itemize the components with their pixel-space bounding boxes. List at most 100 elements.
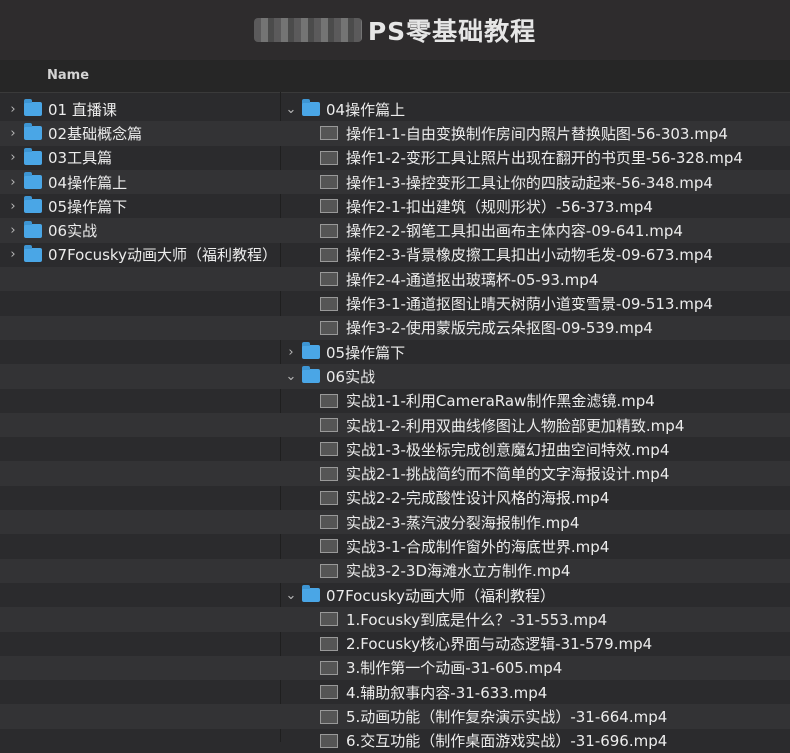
folder-row[interactable]: ⌄ 04操作篇上 <box>280 97 790 121</box>
chevron-down-icon[interactable]: ⌄ <box>284 588 298 603</box>
file-label: 操作3-2-使用蒙版完成云朵抠图-09-539.mp4 <box>346 319 653 338</box>
folder-row[interactable]: › 05操作篇下 <box>280 340 790 364</box>
file-row[interactable]: 3.制作第一个动画-31-605.mp4 <box>280 655 790 681</box>
file-label: 5.动画功能（制作复杂演示实战）-31-664.mp4 <box>346 708 668 727</box>
file-row[interactable]: 实战2-3-蒸汽波分裂海报制作.mp4 <box>280 510 790 535</box>
video-thumbnail-icon <box>320 660 338 675</box>
column-header: Name <box>0 60 790 93</box>
chevron-right-icon[interactable]: › <box>6 199 20 214</box>
chevron-right-icon[interactable]: › <box>6 126 20 141</box>
video-thumbnail-icon <box>320 150 338 165</box>
left-folder-list: › 01 直播课 › 02基础概念篇 › 03工具篇 › 04操作篇上 › 05操作篇下 › 06实战… <box>0 97 280 729</box>
video-thumbnail-icon <box>320 515 338 530</box>
sidebar-folder-row[interactable]: › 04操作篇上 <box>0 169 280 195</box>
file-row[interactable]: 实战3-1-合成制作窗外的海底世界.mp4 <box>280 534 790 558</box>
folder-icon <box>24 147 42 165</box>
video-thumbnail-icon <box>320 199 338 214</box>
file-label: 操作1-3-操控变形工具让你的四肢动起来-56-348.mp4 <box>346 173 713 192</box>
chevron-right-icon[interactable]: › <box>6 247 20 262</box>
file-label: 实战3-2-3D海滩水立方制作.mp4 <box>346 562 571 581</box>
video-thumbnail-icon <box>320 126 338 141</box>
folder-icon <box>24 99 42 117</box>
window-title: PS零基础教程 <box>367 17 537 46</box>
file-row[interactable]: 实战1-2-利用双曲线修图让人物脸部更加精致.mp4 <box>280 412 790 438</box>
file-row[interactable]: 实战1-1-利用CameraRaw制作黑金滤镜.mp4 <box>280 389 790 413</box>
video-thumbnail-icon <box>320 418 338 432</box>
folder-row[interactable]: ⌄ 07Focusky动画大师（福利教程） <box>280 583 790 607</box>
video-thumbnail-icon <box>320 320 338 335</box>
file-row[interactable]: 6.交互功能（制作桌面游戏实战）-31-696.mp4 <box>280 729 790 753</box>
sidebar-folder-row[interactable]: › 02基础概念篇 <box>0 121 280 146</box>
chevron-right-icon[interactable]: › <box>6 150 20 165</box>
sidebar-folder-row[interactable]: › 03工具篇 <box>0 146 280 170</box>
video-thumbnail-icon <box>320 685 338 700</box>
chevron-down-icon[interactable]: ⌄ <box>284 369 298 384</box>
file-row[interactable]: 操作2-3-背景橡皮擦工具扣出小动物毛发-09-673.mp4 <box>280 243 790 267</box>
folder-label: 06实战 <box>326 367 376 386</box>
file-row[interactable]: 操作2-2-钢笔工具扣出画布主体内容-09-641.mp4 <box>280 218 790 243</box>
folder-icon <box>302 366 320 384</box>
empty-row <box>0 389 280 413</box>
file-row[interactable]: 操作3-2-使用蒙版完成云朵抠图-09-539.mp4 <box>280 315 790 340</box>
sidebar-folder-row[interactable]: › 07Focusky动画大师（福利教程） <box>0 243 280 267</box>
blurred-title-prefix <box>253 18 362 42</box>
folder-label: 04操作篇上 <box>48 173 128 192</box>
chevron-right-icon[interactable]: › <box>284 345 298 360</box>
file-label: 实战1-3-极坐标完成创意魔幻扭曲空间特效.mp4 <box>346 440 670 459</box>
title-wrap: PS零基础教程 <box>253 12 537 48</box>
folder-icon <box>302 99 320 117</box>
empty-row <box>0 437 280 461</box>
chevron-down-icon[interactable]: ⌄ <box>284 102 298 117</box>
file-row[interactable]: 2.Focusky核心界面与动态逻辑-31-579.mp4 <box>280 632 790 656</box>
file-row[interactable]: 实战1-3-极坐标完成创意魔幻扭曲空间特效.mp4 <box>280 437 790 461</box>
empty-row <box>0 510 280 535</box>
file-row[interactable]: 操作1-2-变形工具让照片出现在翻开的书页里-56-328.mp4 <box>280 146 790 170</box>
sidebar-folder-row[interactable]: › 01 直播课 <box>0 97 280 121</box>
file-label: 操作2-1-扣出建筑（规则形状）-56-373.mp4 <box>346 197 653 216</box>
file-label: 操作3-1-通道抠图让晴天树荫小道变雪景-09-513.mp4 <box>346 295 713 314</box>
file-row[interactable]: 操作3-1-通道抠图让晴天树荫小道变雪景-09-513.mp4 <box>280 291 790 315</box>
file-row[interactable]: 实战2-2-完成酸性设计风格的海报.mp4 <box>280 486 790 510</box>
file-row[interactable]: 操作2-4-通道抠出玻璃杯-05-93.mp4 <box>280 267 790 292</box>
file-row[interactable]: 4.辅助叙事内容-31-633.mp4 <box>280 680 790 704</box>
file-label: 实战2-1-挑战简约而不简单的文字海报设计.mp4 <box>346 465 670 484</box>
empty-row <box>0 267 280 292</box>
empty-row <box>0 486 280 510</box>
folder-icon <box>24 172 42 190</box>
folder-icon <box>24 220 42 238</box>
chevron-right-icon[interactable]: › <box>6 223 20 238</box>
file-row[interactable]: 操作1-1-自由变换制作房间内照片替换贴图-56-303.mp4 <box>280 121 790 146</box>
video-thumbnail-icon <box>320 296 338 311</box>
file-row[interactable]: 实战2-1-挑战简约而不简单的文字海报设计.mp4 <box>280 461 790 486</box>
video-thumbnail-icon <box>320 223 338 238</box>
empty-row <box>0 412 280 438</box>
folder-label: 01 直播课 <box>48 100 117 119</box>
folder-label: 07Focusky动画大师（福利教程） <box>48 246 277 265</box>
file-row[interactable]: 实战3-2-3D海滩水立方制作.mp4 <box>280 558 790 583</box>
file-label: 3.制作第一个动画-31-605.mp4 <box>346 659 563 678</box>
chevron-right-icon[interactable]: › <box>6 175 20 190</box>
folder-icon <box>302 585 320 603</box>
file-label: 操作2-4-通道抠出玻璃杯-05-93.mp4 <box>346 270 599 289</box>
file-row[interactable]: 操作1-3-操控变形工具让你的四肢动起来-56-348.mp4 <box>280 169 790 195</box>
video-thumbnail-icon <box>320 636 338 651</box>
name-column-header[interactable]: Name <box>47 68 89 83</box>
folder-icon <box>24 123 42 141</box>
chevron-right-icon[interactable]: › <box>6 102 20 117</box>
empty-row <box>0 364 280 389</box>
file-row[interactable]: 操作2-1-扣出建筑（规则形状）-56-373.mp4 <box>280 194 790 218</box>
empty-row <box>0 461 280 486</box>
file-label: 实战1-1-利用CameraRaw制作黑金滤镜.mp4 <box>346 392 655 411</box>
file-row[interactable]: 1.Focusky到底是什么？-31-553.mp4 <box>280 607 790 632</box>
file-label: 1.Focusky到底是什么？-31-553.mp4 <box>346 610 608 629</box>
sidebar-folder-row[interactable]: › 06实战 <box>0 218 280 243</box>
video-thumbnail-icon <box>320 393 338 408</box>
file-label: 实战2-3-蒸汽波分裂海报制作.mp4 <box>346 513 580 532</box>
file-row[interactable]: 5.动画功能（制作复杂演示实战）-31-664.mp4 <box>280 704 790 729</box>
sidebar-folder-row[interactable]: › 05操作篇下 <box>0 194 280 218</box>
folder-icon <box>302 342 320 360</box>
empty-row <box>0 291 280 315</box>
empty-row <box>0 315 280 340</box>
video-thumbnail-icon <box>320 272 338 287</box>
folder-row[interactable]: ⌄ 06实战 <box>280 364 790 389</box>
